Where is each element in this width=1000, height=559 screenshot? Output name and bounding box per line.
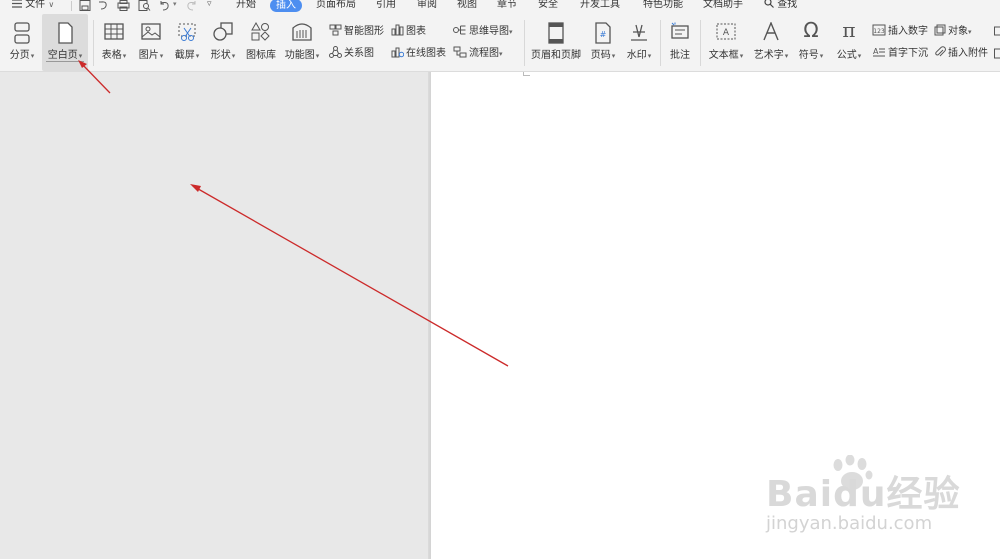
annotation-arrow-to-canvas: [192, 185, 509, 367]
watermark-brand: Baidu经验: [766, 474, 961, 515]
baidu-watermark: Baidu经验 jingyan.baidu.com: [762, 455, 998, 555]
arrowhead: [78, 60, 87, 68]
watermark-url: jingyan.baidu.com: [766, 513, 933, 534]
annotation-arrow-to-blank-page: [79, 61, 111, 94]
arrowhead: [190, 184, 201, 192]
